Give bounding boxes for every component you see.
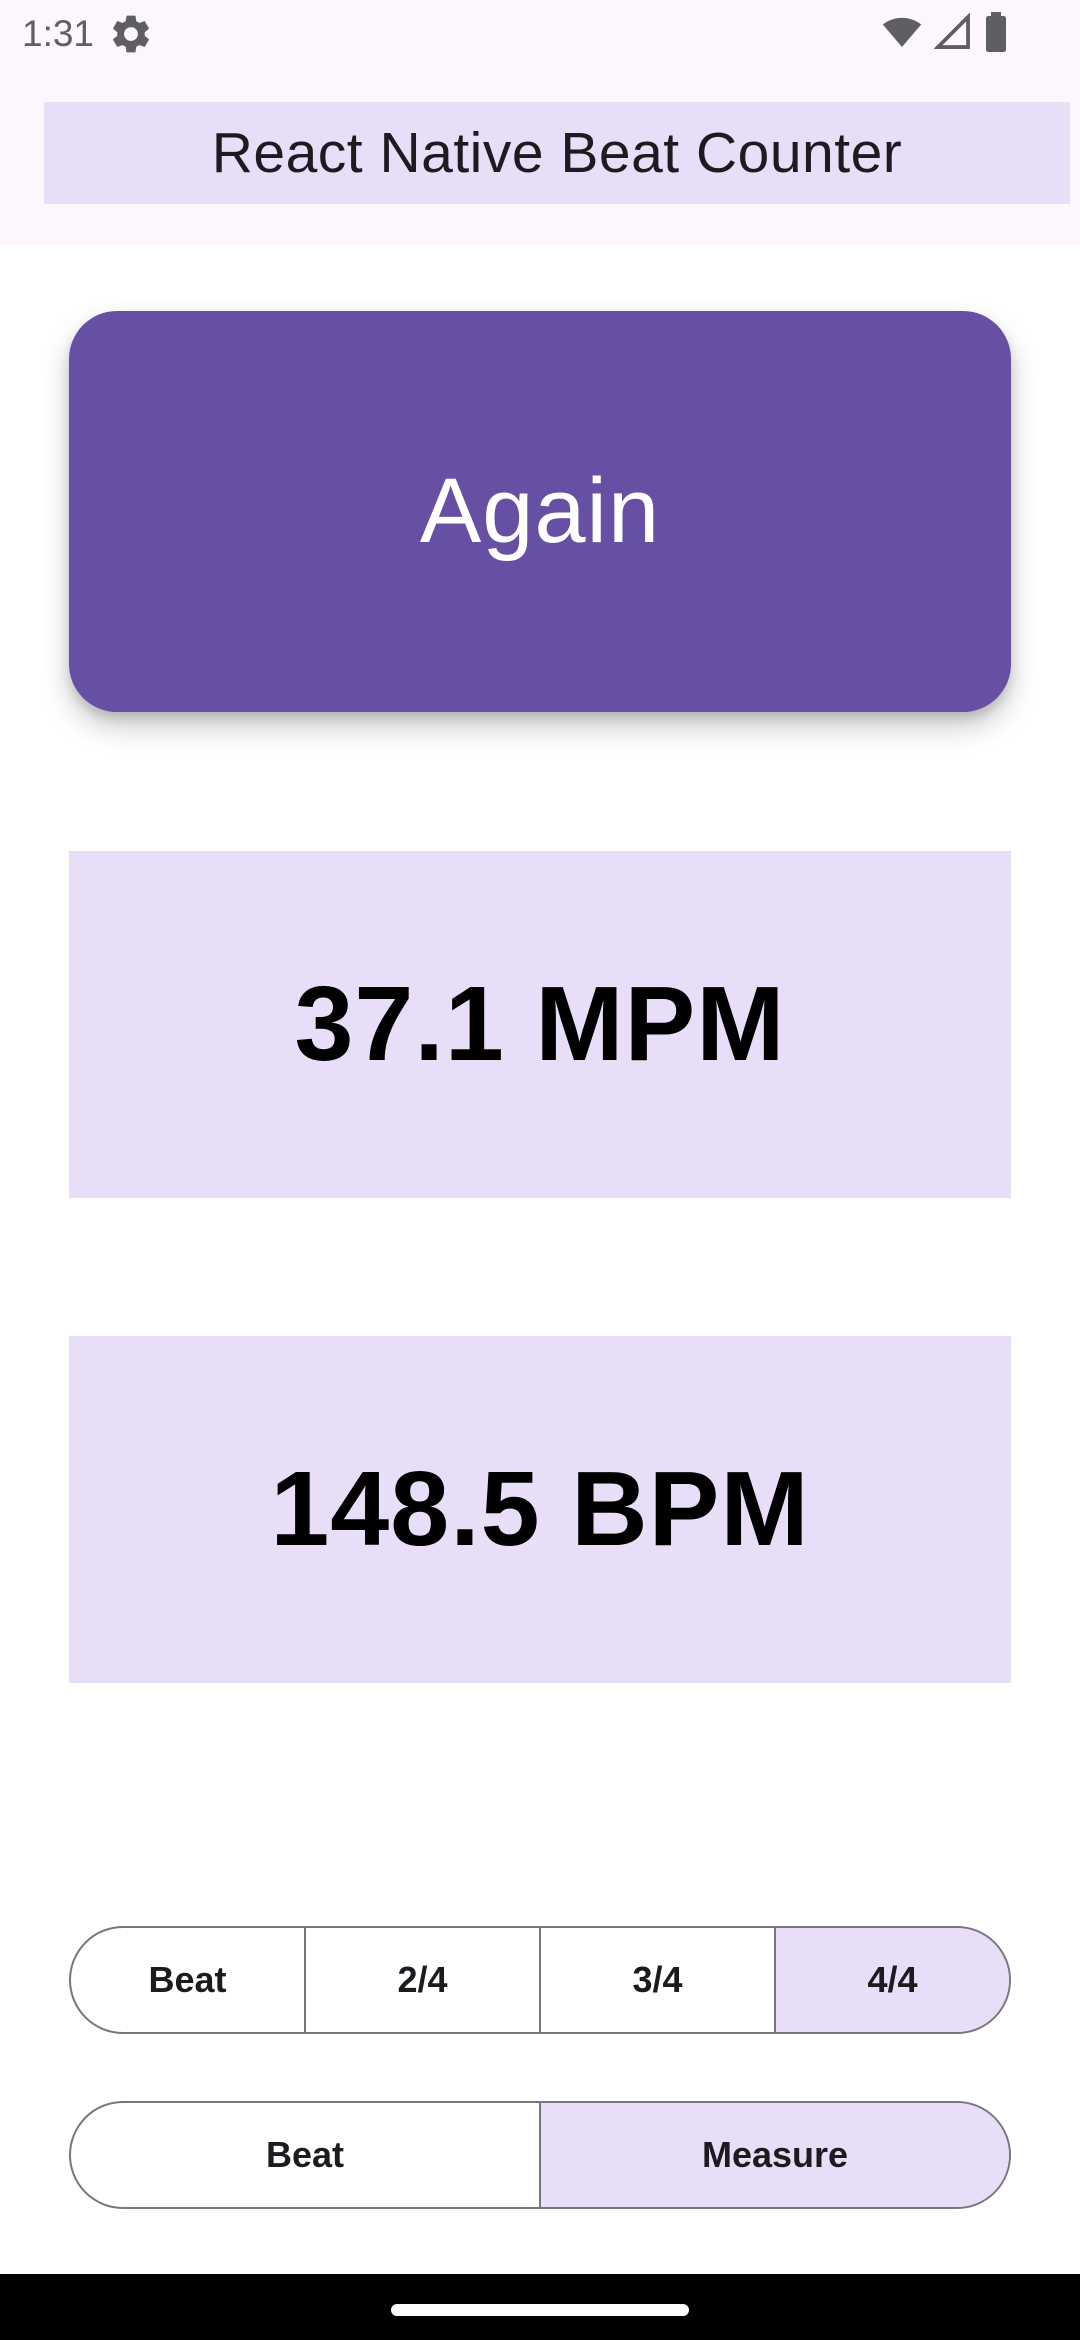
wifi-icon [882,12,922,57]
mode-option-measure[interactable]: Measure [539,2103,1009,2207]
battery-icon [984,12,1008,57]
status-bar: 1:31 [0,0,1080,68]
mode-selector: Beat Measure [69,2101,1011,2209]
bpm-value: 148.5 BPM [270,1450,810,1568]
time-signature-option-4-4[interactable]: 4/4 [774,1928,1009,2032]
time-signature-option-2-4[interactable]: 2/4 [304,1928,539,2032]
status-icons [882,12,1008,57]
mpm-value: 37.1 MPM [294,965,786,1083]
app-top-area: 1:31 React Native Beat Counter [0,0,1080,245]
mpm-readout: 37.1 MPM [69,851,1011,1198]
page-title: React Native Beat Counter [211,121,903,185]
settings-gear-icon [108,11,154,57]
app-header: React Native Beat Counter [44,102,1070,204]
mode-option-beat[interactable]: Beat [71,2103,539,2207]
cellular-signal-icon [933,12,972,56]
time-signature-option-3-4[interactable]: 3/4 [539,1928,774,2032]
home-gesture-handle[interactable] [391,2304,689,2316]
status-time: 1:31 [22,13,95,54]
time-signature-selector: Beat 2/4 3/4 4/4 [69,1926,1011,2034]
time-signature-option-beat[interactable]: Beat [71,1928,304,2032]
again-button[interactable]: Again [69,311,1011,712]
again-button-label: Again [419,460,661,562]
bpm-readout: 148.5 BPM [69,1336,1011,1683]
